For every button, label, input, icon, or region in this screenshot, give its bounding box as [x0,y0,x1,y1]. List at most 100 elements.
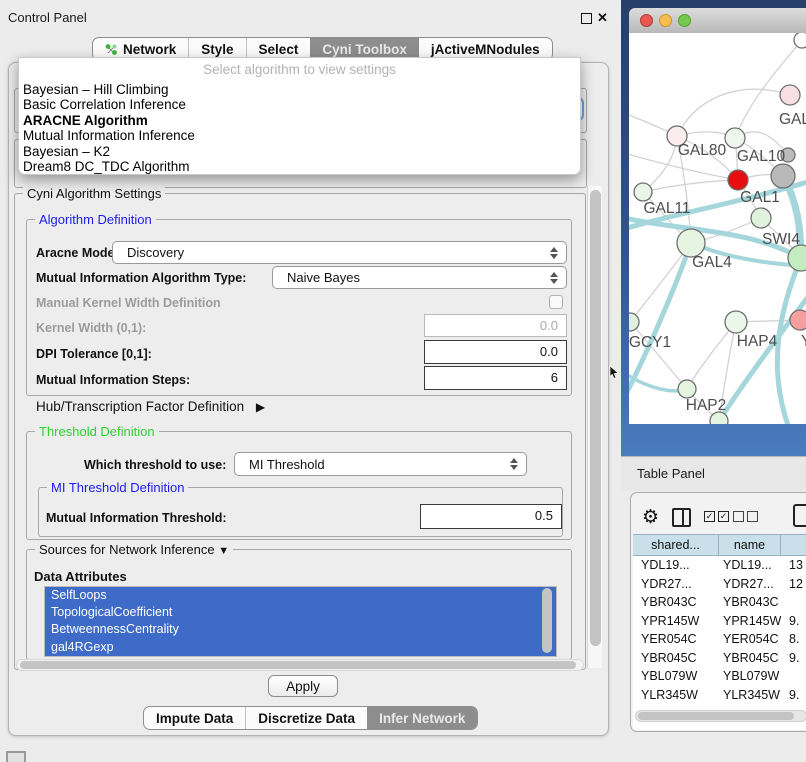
settings-vertical-scrollbar[interactable] [587,186,602,668]
column-header[interactable]: name [719,534,781,556]
kernel-width-label: Kernel Width (0,1): [36,321,146,335]
algorithm-option[interactable]: Basic Correlation Inference [19,97,580,112]
table-row[interactable]: YBL079WYBL079W [633,667,806,686]
table-row[interactable]: YER054CYER054C8. [633,630,806,649]
data-attributes-list: SelfLoopsTopologicalCoefficientBetweenne… [44,586,557,657]
table-cell: 9. [781,651,806,665]
mi-threshold-field[interactable]: 0.5 [420,504,562,529]
float-window-icon[interactable] [581,13,592,24]
algorithm-option[interactable]: ARACNE Algorithm [19,113,580,128]
network-node-gcy1[interactable] [629,313,639,331]
network-node[interactable] [794,33,806,48]
settings-horizontal-scrollbar[interactable] [16,659,584,671]
network-node-gal11[interactable] [634,183,652,201]
network-node-gal4[interactable] [677,229,705,257]
select-all-columns-icon[interactable]: ✓ ✓ [704,511,729,522]
stepper-icon [506,458,526,470]
table-cell: YBR045C [719,651,781,665]
list-scrollbar[interactable] [541,587,553,654]
table-cell: YPR145W [719,614,781,628]
network-edge [630,322,687,389]
algorithm-option[interactable]: Dream8 DC_TDC Algorithm [19,159,580,174]
close-panel-icon[interactable]: ✕ [597,10,608,26]
table-cell: YBR045C [633,651,719,665]
tab-infer-network[interactable]: Infer Network [367,707,477,729]
aracne-mode-combo[interactable]: Discovery [112,241,567,264]
mi-type-combo[interactable]: Naive Bayes [272,266,567,289]
sources-group-title[interactable]: Sources for Network Inference ▼ [35,542,233,557]
table-row[interactable]: YIL052CYIL052C9 [633,704,806,708]
table-cell: YDL19... [719,558,781,572]
table-row[interactable]: YDL19...YDL19...13 [633,556,806,575]
table-row[interactable]: YPR145WYPR145W9. [633,612,806,631]
data-attribute-item[interactable]: gal4RGexp [45,639,556,656]
data-attribute-item[interactable]: BetweennessCentrality [45,621,556,638]
algorithm-option[interactable]: Bayesian – K2 [19,144,580,159]
data-attribute-item[interactable]: SelfLoops [45,587,556,604]
table-cell: YLR345W [719,688,781,702]
network-node-hap4[interactable] [725,311,747,333]
control-panel-titlebar [0,0,620,32]
dropdown-placeholder: Select algorithm to view settings [19,58,580,82]
network-node-gal[interactable] [780,85,800,105]
tab-impute-data[interactable]: Impute Data [144,707,245,729]
manual-kernel-checkbox[interactable] [549,295,563,309]
mi-steps-label: Mutual Information Steps: [36,373,190,387]
network-node-gal10[interactable] [725,128,745,148]
mi-type-label: Mutual Information Algorithm Type: [36,271,246,285]
tab-label: Select [259,42,299,57]
node-label: Y [801,333,806,350]
table-cell: YIL052C [719,706,781,708]
bottom-left-partial-icon[interactable] [6,751,26,762]
tab-discretize-data[interactable]: Discretize Data [245,707,367,729]
zoom-window-icon[interactable] [678,14,691,27]
column-header[interactable] [781,534,806,556]
table-row[interactable]: YBR045CYBR045C9. [633,649,806,668]
table-cell: YDL19... [633,558,719,572]
network-node[interactable] [728,170,748,190]
node-label: GAL4 [692,254,732,271]
network-edge [714,285,806,424]
table-row[interactable]: YBR043CYBR043C [633,593,806,612]
data-attribute-item[interactable]: TopologicalCoefficient [45,604,556,621]
which-threshold-combo[interactable]: MI Threshold [234,452,527,476]
table-row[interactable]: YDR27...YDR27...12 [633,575,806,594]
node-label: GAL [779,111,806,128]
network-node[interactable] [771,164,795,188]
network-view[interactable]: GALGAL80GAL10GAL11GAL1SWI4GAL4GCY1HAP4YH… [629,33,806,424]
apply-button[interactable]: Apply [268,675,338,697]
dpi-tolerance-field[interactable]: 0.0 [424,340,567,364]
table-cell: 8. [781,632,806,646]
table-rows: YDL19...YDL19...13YDR27...YDR27...12YBR0… [633,556,806,708]
screen: Control Panel ✕ NetworkStyleSelectCyni T… [0,0,806,762]
network-node-y[interactable] [790,310,806,330]
algorithm-dropdown-popup: Select algorithm to view settings Bayesi… [18,57,581,175]
network-node-hap2[interactable] [678,380,696,398]
hub-definition-expander[interactable]: Hub/Transcription Factor Definition ▶ [36,399,265,414]
algorithm-option[interactable]: Bayesian – Hill Climbing [19,82,580,97]
dpi-tolerance-label: DPI Tolerance [0,1]: [36,347,152,361]
tab-label: Discretize Data [258,711,355,726]
algorithm-option[interactable]: Mutual Information Inference [19,128,580,143]
network-node-swi4[interactable] [788,245,806,271]
network-node-gal1[interactable] [751,208,771,228]
table-horizontal-scrollbar[interactable] [635,710,806,722]
minimize-window-icon[interactable] [659,14,672,27]
kernel-width-field[interactable]: 0.0 [424,314,567,337]
node-label: HAP2 [686,397,727,414]
network-window-titlebar[interactable] [629,8,806,34]
table-cell: YBL079W [633,669,719,683]
network-icon [105,43,118,56]
mi-steps-field[interactable]: 6 [424,366,567,390]
close-window-icon[interactable] [640,14,653,27]
table-row[interactable]: YLR345WYLR345W9. [633,686,806,705]
split-columns-icon[interactable] [672,508,691,527]
column-header[interactable]: shared... [633,534,719,556]
deselect-all-columns-icon[interactable] [733,511,758,522]
table-cell: YBR043C [719,595,781,609]
table-cell: YPR145W [633,614,719,628]
collapse-down-icon: ▼ [218,545,229,557]
table-settings-gear-icon[interactable]: ⚙ [642,506,659,529]
export-table-icon[interactable] [793,504,806,527]
mouse-cursor [609,365,621,379]
